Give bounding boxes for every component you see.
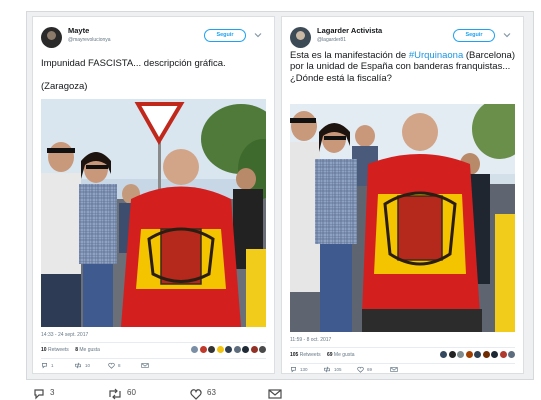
avatar[interactable] — [491, 351, 498, 358]
reply-action[interactable]: 130 — [290, 366, 308, 373]
like-action[interactable]: 63 — [190, 388, 216, 400]
avatar[interactable] — [191, 346, 198, 353]
tweet-photo[interactable] — [41, 99, 266, 327]
follow-button[interactable]: Seguir — [204, 29, 246, 42]
tweet-text-location: (Zaragoza) — [41, 81, 88, 92]
heart-icon — [108, 362, 115, 369]
divider — [41, 342, 266, 343]
retweet-count: 10 — [85, 363, 91, 368]
tweet-text: Impunidad FASCISTA... descripción gráfic… — [41, 58, 226, 69]
right-tweet-card: Lagarder Activista @lagarder81 Seguir Es… — [281, 16, 524, 374]
reply-action[interactable]: 1 — [41, 362, 54, 369]
avatar[interactable] — [499, 351, 507, 358]
avatar[interactable] — [482, 351, 490, 358]
tweet-timestamp[interactable]: 11:59 - 8 oct. 2017 — [290, 337, 331, 343]
tweet-actions: 1 10 8 — [41, 362, 266, 371]
avatar[interactable] — [440, 351, 447, 358]
chevron-down-icon[interactable] — [253, 30, 263, 40]
retweets-label[interactable]: Retweets — [300, 352, 321, 358]
like-count: 8 — [118, 363, 121, 368]
avatar[interactable] — [457, 351, 464, 358]
like-action[interactable]: 8 — [108, 362, 121, 369]
avatar[interactable] — [242, 346, 249, 353]
likes-label[interactable]: Me gusta — [79, 347, 100, 353]
avatar[interactable] — [199, 346, 207, 353]
like-count: 63 — [207, 388, 216, 397]
tweet-photo[interactable] — [290, 104, 515, 332]
outer-tweet-actions: 3 60 63 — [0, 388, 541, 400]
likes-count[interactable]: 69 — [327, 352, 333, 358]
reply-count: 3 — [50, 388, 55, 397]
retweet-count: 60 — [127, 388, 136, 397]
message-action[interactable] — [390, 366, 398, 373]
retweet-icon — [324, 366, 330, 373]
tweet-header: Mayte @mayrevolucionya Seguir — [41, 26, 266, 52]
avatar[interactable] — [508, 351, 515, 358]
retweet-count: 105 — [334, 367, 342, 372]
reply-action[interactable]: 3 — [33, 388, 54, 400]
protest-photo-image — [290, 104, 515, 332]
avatar[interactable] — [474, 351, 481, 358]
tweet-header: Lagarder Activista @lagarder81 Seguir — [290, 26, 515, 52]
reply-icon — [42, 363, 47, 369]
message-action[interactable] — [141, 362, 149, 369]
author-name[interactable]: Lagarder Activista — [317, 26, 382, 35]
retweet-icon — [109, 388, 121, 400]
divider — [290, 347, 515, 348]
author-name[interactable]: Mayte — [68, 26, 89, 35]
avatar[interactable] — [233, 346, 241, 353]
avatar[interactable] — [290, 27, 311, 48]
heart-icon — [357, 366, 364, 373]
envelope-icon — [141, 363, 149, 368]
retweet-action[interactable]: 105 — [323, 366, 342, 373]
avatar[interactable] — [41, 27, 62, 48]
reply-icon — [291, 367, 296, 373]
envelope-icon — [268, 389, 282, 399]
like-count: 69 — [367, 367, 373, 372]
chevron-down-icon[interactable] — [502, 30, 512, 40]
divider — [290, 363, 515, 364]
author-handle[interactable]: @mayrevolucionya — [68, 37, 111, 43]
liker-avatars — [191, 346, 266, 353]
retweets-count[interactable]: 105 — [290, 352, 298, 358]
avatar[interactable] — [259, 346, 266, 353]
retweets-count[interactable]: 10 — [41, 347, 47, 353]
reply-count: 130 — [300, 367, 308, 372]
retweet-action[interactable]: 60 — [108, 388, 136, 400]
engagement-stats: 105 Retweets 69 Me gusta — [290, 351, 515, 362]
protest-photo-image — [41, 99, 266, 327]
avatar[interactable] — [250, 346, 258, 353]
reply-icon — [34, 389, 44, 400]
heart-icon — [190, 389, 202, 400]
like-action[interactable]: 69 — [357, 366, 372, 373]
tweet-actions: 130 105 69 — [290, 366, 515, 375]
liker-avatars — [440, 351, 515, 358]
follow-button[interactable]: Seguir — [453, 29, 495, 42]
avatar[interactable] — [208, 346, 215, 353]
divider — [41, 358, 266, 359]
likes-count[interactable]: 8 — [75, 347, 78, 353]
tweet-text: Esta es la manifestación de #Urquinaona … — [290, 50, 515, 84]
hashtag-link[interactable]: #Urquinaona — [409, 50, 463, 61]
retweets-label[interactable]: Retweets — [48, 347, 69, 353]
likes-label[interactable]: Me gusta — [334, 352, 355, 358]
message-action[interactable] — [268, 388, 282, 400]
tweet-timestamp[interactable]: 14:33 - 24 sept. 2017 — [41, 332, 88, 338]
retweet-action[interactable]: 10 — [74, 362, 90, 369]
avatar[interactable] — [465, 351, 473, 358]
left-tweet-card: Mayte @mayrevolucionya Seguir Impunidad … — [32, 16, 275, 374]
author-handle[interactable]: @lagarder81 — [317, 37, 346, 43]
envelope-icon — [390, 367, 398, 372]
tweet-text-part: Esta es la manifestación de — [290, 50, 409, 61]
tweet-comparison-image: Mayte @mayrevolucionya Seguir Impunidad … — [26, 11, 534, 380]
reply-count: 1 — [51, 363, 54, 368]
avatar[interactable] — [225, 346, 232, 353]
avatar[interactable] — [448, 351, 456, 358]
retweet-icon — [75, 362, 81, 369]
avatar[interactable] — [216, 346, 224, 353]
engagement-stats: 10 Retweets 8 Me gusta — [41, 346, 266, 357]
